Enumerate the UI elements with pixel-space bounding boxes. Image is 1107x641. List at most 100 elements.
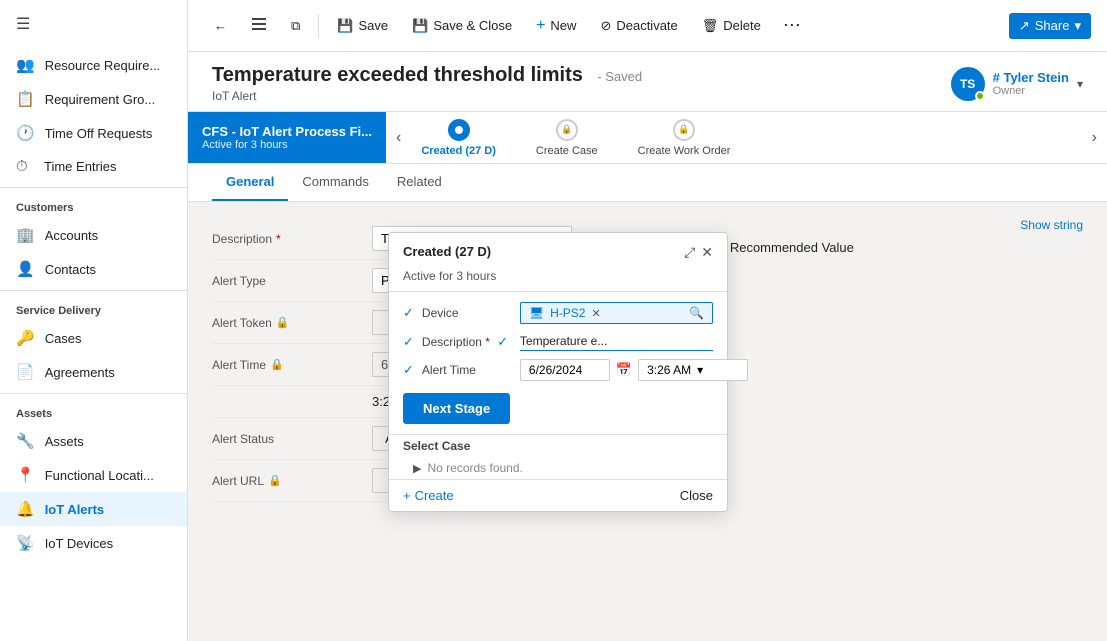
sidebar-item-time-entries[interactable]: ⏱ Time Entries xyxy=(0,150,187,183)
process-step-created[interactable]: Created (27 D) xyxy=(421,119,496,157)
owner-chevron-icon[interactable]: ▾ xyxy=(1077,77,1083,91)
popup-close-button[interactable]: ✕ xyxy=(701,244,713,261)
popup-info-text: Active for 3 hours xyxy=(403,269,496,283)
iot-alerts-icon: 🔔 xyxy=(16,500,35,518)
alert-time-popup-label: Alert Time xyxy=(422,363,512,377)
alert-token-label-text: Alert Token xyxy=(212,316,272,330)
description-label-text: Description xyxy=(212,232,272,246)
process-bar: CFS - IoT Alert Process Fi... Active for… xyxy=(188,112,1107,164)
step-label-create-work-order: Create Work Order xyxy=(638,145,731,157)
customers-section-label: Customers xyxy=(0,192,187,218)
delete-icon: 🗑 xyxy=(702,18,719,34)
sidebar-item-iot-alerts[interactable]: 🔔 IoT Alerts xyxy=(0,492,187,526)
deactivate-button[interactable]: ⊘ Deactivate xyxy=(590,13,687,39)
more-button[interactable]: ⋯ xyxy=(775,10,809,41)
description-check2-icon: ✓ xyxy=(497,334,508,349)
accounts-icon: 🏢 xyxy=(16,226,35,244)
save-label: Save xyxy=(358,18,388,33)
back-icon: ← xyxy=(214,18,227,33)
popup-time-select[interactable]: 3:26 AM ▾ xyxy=(638,359,748,381)
sidebar-hamburger[interactable]: ☰ xyxy=(0,0,187,48)
popup-field-alert-time: ✓ Alert Time 📅 3:26 AM ▾ xyxy=(403,359,713,381)
calendar-icon[interactable]: 📅 xyxy=(616,362,632,378)
contacts-icon: 👤 xyxy=(16,260,35,278)
delete-button[interactable]: 🗑 Delete xyxy=(692,13,771,39)
sidebar-item-accounts[interactable]: 🏢 Accounts xyxy=(0,218,187,252)
new-icon: + xyxy=(536,17,545,35)
popup-controls: ⤢ ✕ xyxy=(684,244,713,261)
new-window-icon: ⧉ xyxy=(291,18,300,34)
popup-date-row: 📅 3:26 AM ▾ xyxy=(520,359,748,381)
desc-required-star: * xyxy=(485,335,490,349)
share-chevron-icon: ▾ xyxy=(1074,18,1081,34)
avatar: TS xyxy=(951,67,985,101)
process-nav-left[interactable]: ‹ xyxy=(386,112,411,163)
device-search-icon[interactable]: 🔍 xyxy=(689,306,704,320)
sidebar-item-time-off[interactable]: 🕐 Time Off Requests xyxy=(0,116,187,150)
next-stage-button[interactable]: Next Stage xyxy=(403,393,510,424)
tab-general[interactable]: General xyxy=(212,164,288,201)
record-owner[interactable]: TS # Tyler Stein Owner ▾ xyxy=(951,67,1083,101)
popup-no-records: ▶ No records found. xyxy=(389,457,727,479)
toolbar-sep-1 xyxy=(318,14,319,38)
right-val3: e a... xyxy=(666,301,1084,316)
device-tag-value: H-PS2 xyxy=(550,306,585,320)
process-active-stage[interactable]: CFS - IoT Alert Process Fi... Active for… xyxy=(188,112,386,163)
no-records-text: No records found. xyxy=(427,461,522,475)
process-nav-right[interactable]: › xyxy=(1082,112,1107,163)
stage-time: Active for 3 hours xyxy=(202,139,372,151)
requirement-icon: 📋 xyxy=(16,90,35,108)
device-tag[interactable]: 🖥 H-PS2 ✕ 🔍 xyxy=(520,302,713,324)
save-button[interactable]: 💾 Save xyxy=(327,13,398,39)
device-tag-icon: 🖥 xyxy=(529,306,544,320)
description-popup-input[interactable] xyxy=(520,332,713,351)
alert-time-lock-icon: 🔒 xyxy=(270,358,284,371)
share-button[interactable]: ↗ Share ▾ xyxy=(1009,13,1091,39)
alert-type-label-text: Alert Type xyxy=(212,274,266,288)
sidebar-item-contacts[interactable]: 👤 Contacts xyxy=(0,252,187,286)
sidebar-divider-2 xyxy=(0,290,187,291)
description-required: * xyxy=(276,232,281,246)
sidebar-item-resource-req[interactable]: 👥 Resource Require... xyxy=(0,48,187,82)
description-popup-label: Description * ✓ xyxy=(422,334,512,350)
alert-time-check-icon: ✓ xyxy=(403,362,414,378)
sidebar-item-iot-devices[interactable]: 📡 IoT Devices xyxy=(0,526,187,560)
popup-create-button[interactable]: + Create xyxy=(403,488,454,503)
process-step-create-case[interactable]: Create Case xyxy=(536,119,598,157)
deactivate-icon: ⊘ xyxy=(600,18,611,34)
sidebar-item-agreements[interactable]: 📄 Agreements xyxy=(0,355,187,389)
sidebar-item-label: IoT Devices xyxy=(45,536,113,551)
sidebar-item-label: IoT Alerts xyxy=(45,502,104,517)
sidebar-item-cases[interactable]: 🔑 Cases xyxy=(0,321,187,355)
popup-expand-button[interactable]: ⤢ xyxy=(684,244,695,261)
description-popup-value xyxy=(520,332,713,351)
device-remove-button[interactable]: ✕ xyxy=(591,307,600,320)
alert-url-label: Alert URL 🔒 xyxy=(212,474,372,488)
tab-commands[interactable]: Commands xyxy=(288,164,382,201)
popup-close-footer-button[interactable]: Close xyxy=(680,488,713,503)
assets-section-label: Assets xyxy=(0,398,187,424)
tab-related[interactable]: Related xyxy=(383,164,456,201)
more-icon: ⋯ xyxy=(783,15,801,36)
process-step-create-work-order[interactable]: Create Work Order xyxy=(638,119,731,157)
popup-select-case-label: Select Case xyxy=(389,435,727,457)
sidebar-divider-3 xyxy=(0,393,187,394)
step-circle-created xyxy=(448,119,470,141)
sidebar-item-assets[interactable]: 🔧 Assets xyxy=(0,424,187,458)
new-button[interactable]: + New xyxy=(526,12,586,40)
back-button[interactable]: ← xyxy=(204,13,237,38)
sidebar-item-functional-loc[interactable]: 📍 Functional Locati... xyxy=(0,458,187,492)
sidebar-divider-1 xyxy=(0,187,187,188)
save-close-label: Save & Close xyxy=(433,18,512,33)
sidebar-item-requirement-grp[interactable]: 📋 Requirement Gro... xyxy=(0,82,187,116)
avatar-online-indicator xyxy=(975,91,985,101)
alert-time-label-text: Alert Time xyxy=(212,358,266,372)
new-window-button[interactable]: ⧉ xyxy=(281,13,310,39)
resource-icon: 👥 xyxy=(16,56,35,74)
popup-date-input[interactable] xyxy=(520,359,610,381)
list-view-button[interactable] xyxy=(241,11,277,40)
functional-loc-icon: 📍 xyxy=(16,466,35,484)
show-string-link[interactable]: Show string xyxy=(1020,218,1083,232)
save-close-button[interactable]: 💾 Save & Close xyxy=(402,13,522,39)
sidebar-item-label: Assets xyxy=(45,434,84,449)
